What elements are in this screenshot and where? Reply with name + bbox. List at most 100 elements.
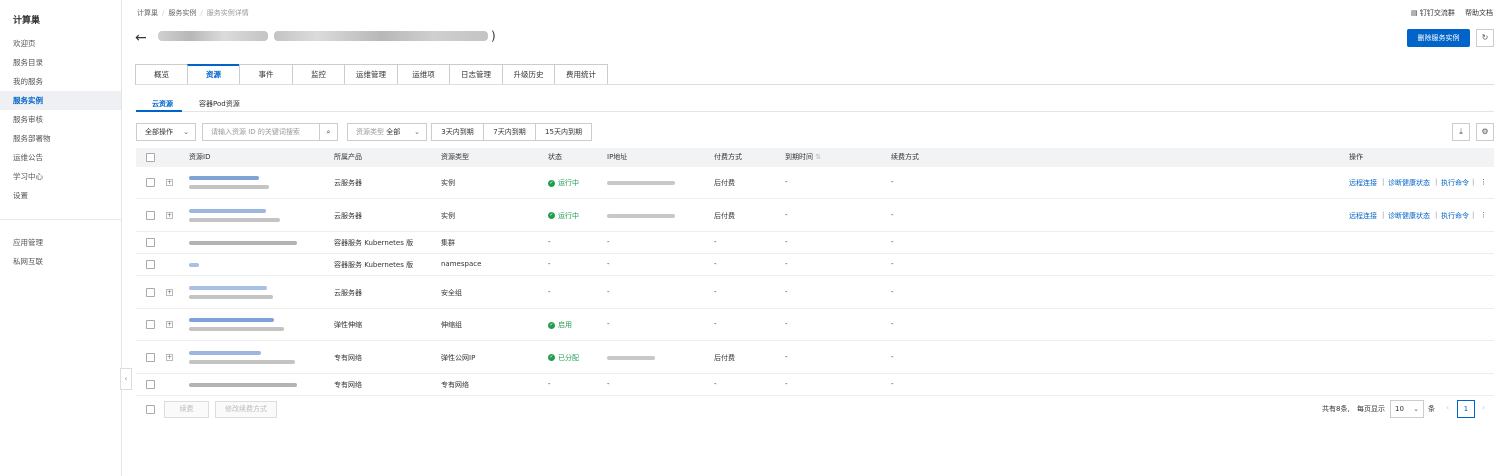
footer-select-all-checkbox[interactable] [146, 405, 155, 414]
ip-redacted [607, 181, 675, 185]
cell-resource-type: 集群 [441, 239, 455, 247]
sidebar-item-learning[interactable]: 学习中心 [0, 167, 121, 186]
cell-product: 容器服务 Kubernetes 版 [334, 239, 414, 247]
subtab-container-pod[interactable]: 容器Pod资源 [199, 99, 240, 109]
resource-id-redacted[interactable] [189, 176, 259, 180]
diagnose-health-link[interactable]: 诊断健康状态 [1388, 211, 1430, 221]
expire-3days-button[interactable]: 3天内到期 [431, 123, 484, 141]
resource-id-redacted[interactable] [189, 208, 266, 213]
bulk-action-dropdown[interactable]: 全部操作 ⌄ [136, 123, 196, 141]
resource-id-redacted[interactable] [189, 263, 199, 267]
delete-instance-button[interactable]: 删除服务实例 [1407, 29, 1470, 47]
renew-button[interactable]: 续费 [164, 401, 209, 418]
sidebar-item-settings[interactable]: 设置 [0, 186, 121, 205]
search-icon[interactable]: ⌕ [319, 123, 338, 141]
sidebar-item-app-management[interactable]: 应用管理 [0, 233, 121, 252]
sort-icon: ⇅ [815, 153, 822, 161]
arrow-left-icon[interactable]: ← [135, 30, 147, 46]
settings-icon[interactable]: ⚙ [1476, 123, 1494, 141]
title-redacted [158, 31, 268, 41]
row-checkbox[interactable] [146, 287, 155, 297]
prev-page-icon[interactable]: ‹ [1446, 403, 1449, 412]
diagnose-health-link[interactable]: 诊断健康状态 [1388, 178, 1430, 188]
cell-resource-type: 弹性公网IP [441, 353, 476, 362]
dingtalk-group-link[interactable]: ▤ 钉钉交流群 [1411, 8, 1455, 18]
row-checkbox[interactable] [146, 178, 155, 187]
resource-id-redacted[interactable] [189, 318, 274, 322]
tab-cost-stats[interactable]: 费用统计 [554, 64, 608, 85]
row-checkbox[interactable] [146, 238, 155, 247]
expand-icon[interactable]: + [166, 353, 173, 361]
op-separator: | [1435, 210, 1438, 219]
page-number[interactable]: 1 [1457, 400, 1475, 418]
resource-id-redacted[interactable] [189, 285, 267, 290]
more-icon[interactable]: ⋮ [1480, 211, 1487, 219]
cell-ip: - [607, 380, 610, 388]
resource-id-redacted[interactable] [189, 241, 297, 245]
tab-events[interactable]: 事件 [239, 64, 293, 85]
col-expire[interactable]: 到期时间 ⇅ [785, 152, 821, 162]
help-docs-link[interactable]: 帮助文档 [1465, 8, 1493, 18]
sidebar-item-ops-notice[interactable]: 运维公告 [0, 148, 121, 167]
sidebar-item-service-instances[interactable]: 服务实例 [0, 91, 121, 110]
row-checkbox[interactable] [146, 260, 155, 269]
resource-type-select[interactable]: 资源类型 全部 ⌄ [347, 123, 427, 141]
row-checkbox[interactable] [146, 320, 155, 329]
more-icon[interactable]: ⋮ [1480, 178, 1487, 186]
dingtalk-icon: ▤ [1411, 9, 1418, 17]
sidebar-item-my-services[interactable]: 我的服务 [0, 72, 121, 91]
expire-15days-button[interactable]: 15天内到期 [535, 123, 592, 141]
tab-overview[interactable]: 概览 [135, 64, 188, 85]
status-badge: - [548, 380, 551, 388]
col-ip: IP地址 [607, 153, 628, 161]
next-page-icon[interactable]: › [1482, 403, 1485, 412]
remote-connect-link[interactable]: 远程连接 [1349, 178, 1377, 188]
expand-icon[interactable]: + [166, 288, 173, 296]
row-checkbox[interactable] [146, 352, 155, 362]
sidebar-item-artifacts[interactable]: 服务部署物 [0, 129, 121, 148]
change-renew-method-button[interactable]: 修改续费方式 [215, 401, 277, 418]
check-circle-icon: ✓ [548, 179, 555, 187]
breadcrumb-item-service-instances[interactable]: 服务实例 [168, 9, 196, 17]
sidebar-title: 计算巢 [13, 16, 41, 26]
subtab-cloud-resources[interactable]: 云资源 [152, 99, 173, 109]
check-circle-icon: ✓ [548, 321, 555, 329]
refresh-icon[interactable]: ↻ [1476, 29, 1494, 47]
sidebar-item-welcome[interactable]: 欢迎页 [0, 34, 121, 53]
cell-resource-type: 专有网络 [441, 381, 469, 389]
expand-icon[interactable]: + [166, 179, 173, 186]
sidebar-item-service-catalog[interactable]: 服务目录 [0, 53, 121, 72]
select-all-checkbox[interactable] [146, 153, 155, 162]
sidebar-item-service-review[interactable]: 服务审核 [0, 110, 121, 129]
tab-log-management[interactable]: 日志管理 [449, 64, 503, 85]
remote-connect-link[interactable]: 远程连接 [1349, 211, 1377, 221]
cell-renew: - [891, 320, 894, 328]
exec-command-link[interactable]: 执行命令 [1441, 178, 1469, 188]
tab-upgrade-history[interactable]: 升级历史 [502, 64, 555, 85]
breadcrumb-item-compute-nest[interactable]: 计算巢 [137, 9, 158, 17]
row-checkbox[interactable] [146, 380, 155, 389]
expand-icon[interactable]: + [166, 211, 173, 219]
tab-underline [136, 84, 1494, 85]
download-icon[interactable]: ⤓ [1452, 123, 1470, 141]
resource-name-redacted [189, 327, 284, 331]
resource-name-redacted [189, 294, 273, 299]
status-badge: - [548, 238, 551, 246]
search-input[interactable]: 请输入资源 ID 的关键词搜索 [202, 123, 320, 141]
row-checkbox[interactable] [146, 210, 155, 220]
exec-command-link[interactable]: 执行命令 [1441, 211, 1469, 221]
expire-7days-button[interactable]: 7天内到期 [483, 123, 536, 141]
sidebar-collapse-handle[interactable]: ‹ [120, 368, 132, 390]
resource-id-redacted[interactable] [189, 350, 261, 355]
tab-ops-management[interactable]: 运维管理 [344, 64, 398, 85]
per-page-select[interactable]: 10 ⌄ [1390, 400, 1424, 418]
dingtalk-label: 钉钉交流群 [1419, 9, 1455, 17]
status-badge: ✓ 已分配 [548, 353, 579, 363]
tab-resources[interactable]: 资源 [187, 64, 240, 85]
expand-icon[interactable]: + [166, 321, 173, 328]
sidebar-item-private-link[interactable]: 私网互联 [0, 252, 121, 271]
col-status: 状态 [548, 153, 562, 161]
tab-ops-items[interactable]: 运维项 [397, 64, 450, 85]
resource-id-redacted[interactable] [189, 383, 297, 387]
tab-monitoring[interactable]: 监控 [292, 64, 345, 85]
